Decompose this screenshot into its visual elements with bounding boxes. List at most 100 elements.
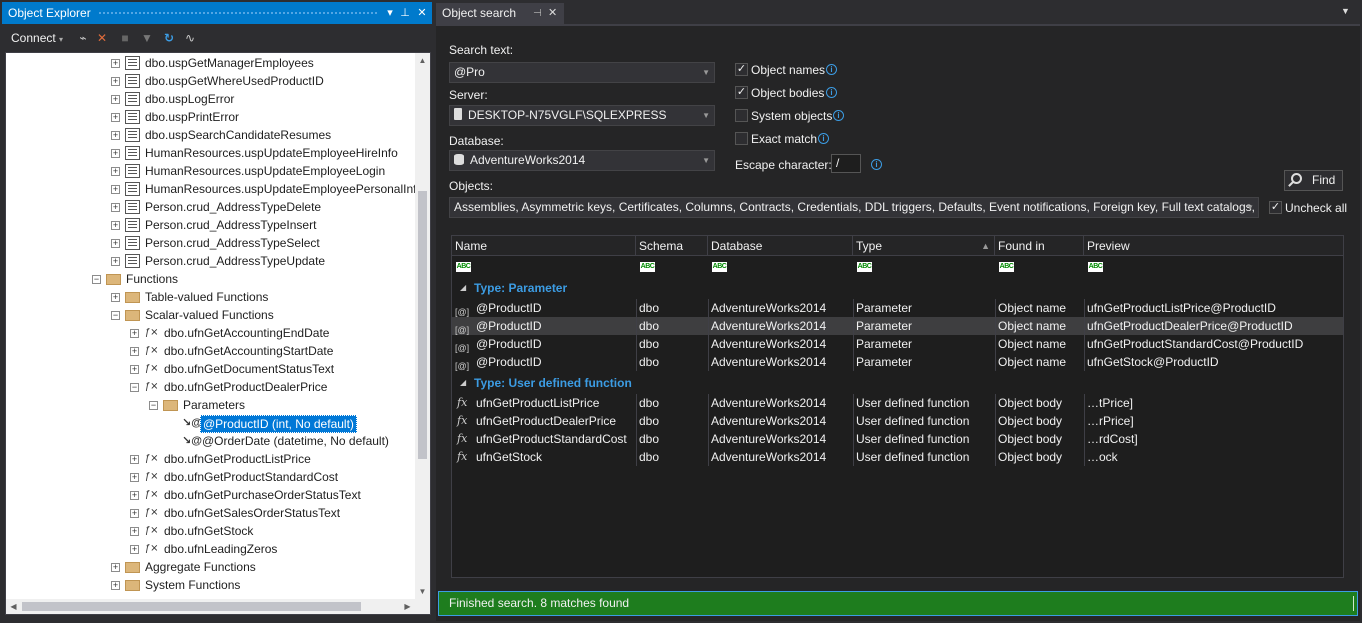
expand-icon[interactable]: + xyxy=(111,257,120,266)
pin-icon[interactable]: ⊥ xyxy=(398,2,412,24)
object-explorer-tree[interactable]: + dbo.uspGetManagerEmployees + dbo.uspGetWh… xyxy=(6,53,415,599)
info-icon[interactable]: i xyxy=(833,110,844,121)
vertical-scroll-thumb[interactable] xyxy=(418,191,427,459)
expand-icon[interactable]: + xyxy=(130,455,139,464)
result-row[interactable]: fx ufnGetProductListPrice dbo AdventureWork… xyxy=(452,394,1343,412)
column-header-found-in[interactable]: Found in xyxy=(995,236,1084,256)
expand-icon[interactable]: + xyxy=(111,149,120,158)
results-grid[interactable]: Name Schema Database Type ▲ Found in Prev… xyxy=(451,235,1344,578)
filter-abc-icon[interactable]: ABC xyxy=(712,262,727,272)
close-tab-icon[interactable]: ✕ xyxy=(548,3,557,24)
filter-abc-icon[interactable]: ABC xyxy=(857,262,872,272)
column-header-preview[interactable]: Preview xyxy=(1084,236,1343,256)
uncheck-all-checkbox[interactable]: ✓ xyxy=(1269,201,1282,214)
filter-abc-icon[interactable]: ABC xyxy=(999,262,1014,272)
filter-abc-icon[interactable]: ABC xyxy=(640,262,655,272)
activity-monitor-icon[interactable]: ∿ xyxy=(182,29,198,47)
exact-match-checkbox[interactable] xyxy=(735,132,748,145)
result-row[interactable]: [@] @ProductID dbo AdventureWorks2014 Parame… xyxy=(452,353,1343,371)
expand-icon[interactable]: + xyxy=(130,365,139,374)
expand-icon[interactable]: + xyxy=(111,167,120,176)
column-header-schema[interactable]: Schema xyxy=(636,236,708,256)
disconnect-icon[interactable]: ✕ xyxy=(94,29,110,47)
filter-abc-icon[interactable]: ABC xyxy=(1088,262,1103,272)
result-row[interactable]: fx ufnGetStock dbo AdventureWorks2014 User d… xyxy=(452,448,1343,466)
pin-icon[interactable]: ⊣ xyxy=(533,3,542,24)
expand-icon[interactable]: + xyxy=(111,59,120,68)
expand-icon[interactable]: + xyxy=(130,491,139,500)
expand-icon[interactable]: + xyxy=(111,77,120,86)
result-row[interactable]: [@] @ProductID dbo AdventureWorks2014 Parame… xyxy=(452,335,1343,353)
collapse-icon[interactable]: − xyxy=(111,311,120,320)
expand-icon[interactable]: + xyxy=(130,509,139,518)
collapse-group-icon[interactable]: ◢ xyxy=(460,279,466,297)
collapse-icon[interactable]: − xyxy=(92,275,101,284)
chevron-down-icon[interactable]: ▼ xyxy=(702,151,710,170)
expand-icon[interactable]: + xyxy=(111,293,120,302)
stop-icon[interactable]: ■ xyxy=(117,29,133,47)
column-header-database[interactable]: Database xyxy=(708,236,853,256)
expand-icon[interactable]: + xyxy=(130,545,139,554)
window-position-dropdown-icon[interactable]: ▾ xyxy=(383,2,397,24)
object-bodies-checkbox[interactable]: ✓ xyxy=(735,86,748,99)
connect-button[interactable]: Connect ▾ xyxy=(11,31,63,45)
expand-icon[interactable]: + xyxy=(111,239,120,248)
scroll-left-arrow-icon[interactable]: ◀ xyxy=(6,599,21,614)
cell-separator xyxy=(1084,430,1085,448)
expand-icon[interactable]: + xyxy=(130,473,139,482)
system-objects-checkbox[interactable] xyxy=(735,109,748,122)
result-row[interactable]: [@] @ProductID dbo AdventureWorks2014 Parame… xyxy=(452,317,1343,335)
info-icon[interactable]: i xyxy=(826,64,837,75)
expand-icon[interactable]: + xyxy=(111,95,120,104)
tree-horizontal-scrollbar[interactable]: ◀ ▶ xyxy=(6,599,415,614)
tree-node-label: dbo.ufnGetDocumentStatusText xyxy=(164,362,335,376)
expand-icon[interactable]: + xyxy=(130,329,139,338)
column-header-name[interactable]: Name xyxy=(452,236,636,256)
scroll-down-arrow-icon[interactable]: ▼ xyxy=(415,584,430,599)
column-header-type[interactable]: Type ▲ xyxy=(853,236,995,256)
scroll-up-arrow-icon[interactable]: ▲ xyxy=(415,53,430,68)
chevron-down-icon[interactable]: ▼ xyxy=(702,63,710,82)
expand-icon[interactable]: + xyxy=(111,581,120,590)
info-icon[interactable]: i xyxy=(826,87,837,98)
horizontal-scroll-thumb[interactable] xyxy=(22,602,361,611)
group-header[interactable]: ◢ Type: User defined function xyxy=(452,374,1343,392)
expand-icon[interactable]: + xyxy=(111,131,120,140)
collapse-icon[interactable]: − xyxy=(149,401,158,410)
collapse-group-icon[interactable]: ◢ xyxy=(460,374,466,392)
info-icon[interactable]: i xyxy=(871,159,882,170)
expand-icon[interactable]: + xyxy=(111,563,120,572)
expand-icon[interactable]: + xyxy=(111,221,120,230)
expand-icon[interactable]: + xyxy=(111,203,120,212)
search-text-combo[interactable]: @Pro ▼ xyxy=(449,62,715,83)
scroll-right-arrow-icon[interactable]: ▶ xyxy=(400,599,415,614)
result-row[interactable]: fx ufnGetProductStandardCost dbo AdventureW… xyxy=(452,430,1343,448)
database-combo[interactable]: AdventureWorks2014 ▼ xyxy=(449,150,715,171)
find-button[interactable]: Find xyxy=(1284,170,1343,191)
group-header[interactable]: ◢ Type: Parameter xyxy=(452,279,1343,297)
result-row[interactable]: [@] @ProductID dbo AdventureWorks2014 Parame… xyxy=(452,299,1343,317)
expand-icon[interactable]: + xyxy=(130,527,139,536)
object-names-checkbox[interactable]: ✓ xyxy=(735,63,748,76)
expand-icon[interactable]: + xyxy=(111,113,120,122)
close-icon[interactable]: ✕ xyxy=(415,2,429,24)
chevron-down-icon[interactable]: ▼ xyxy=(702,106,710,125)
info-icon[interactable]: i xyxy=(818,133,829,144)
scroll-corner xyxy=(415,599,430,614)
cell-separator xyxy=(1084,299,1085,317)
tree-vertical-scrollbar[interactable]: ▲ ▼ xyxy=(415,53,430,599)
collapse-icon[interactable]: − xyxy=(130,383,139,392)
expand-icon[interactable]: + xyxy=(130,347,139,356)
tab-object-search[interactable]: Object search ⊣ ✕ xyxy=(436,3,564,24)
tab-overflow-icon[interactable]: ▼ xyxy=(1341,6,1350,16)
connect-icon[interactable]: ⌁ xyxy=(75,29,91,47)
escape-character-input[interactable]: / xyxy=(831,154,861,173)
filter-abc-icon[interactable]: ABC xyxy=(456,262,471,272)
filter-icon[interactable]: ▼ xyxy=(139,29,155,47)
objects-combo[interactable]: Assemblies, Asymmetric keys, Certificate… xyxy=(449,197,1259,218)
server-combo[interactable]: DESKTOP-N75VGLF\SQLEXPRESS ▼ xyxy=(449,105,715,126)
refresh-icon[interactable]: ↻ xyxy=(161,29,177,47)
chevron-down-icon[interactable]: ▼ xyxy=(1246,198,1254,217)
result-row[interactable]: fx ufnGetProductDealerPrice dbo AdventureWo… xyxy=(452,412,1343,430)
expand-icon[interactable]: + xyxy=(111,185,120,194)
